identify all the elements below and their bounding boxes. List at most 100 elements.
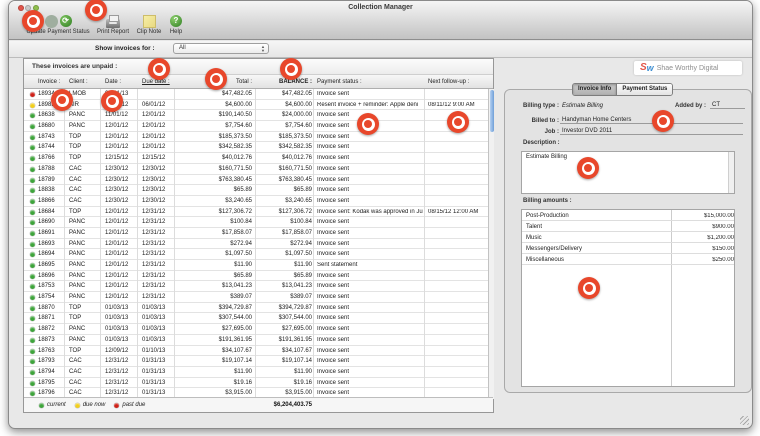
cell-total: $100.84 <box>176 219 252 225</box>
annotation-marker-ring <box>56 94 69 107</box>
column-header-date[interactable]: Date : <box>105 79 121 85</box>
invoice-row[interactable]: 18684TOP12/01/1212/31/12$127,306.72$127,… <box>24 207 488 218</box>
invoice-row[interactable]: 18754PANC12/01/1212/31/12$389.07$389.07I… <box>24 292 488 303</box>
cell-balance: $389.07 <box>257 294 312 300</box>
status-dot-green <box>30 359 35 364</box>
annotation-marker-dot <box>584 164 592 172</box>
status-dot-green <box>30 274 35 279</box>
cell-invoice: 18638 <box>38 112 55 118</box>
clip-note-button[interactable]: Clip Note <box>135 14 163 39</box>
invoice-row[interactable]: 18695PANC12/01/1212/31/12$11.90$11.90Sen… <box>24 260 488 271</box>
show-invoices-for-dropdown[interactable]: All ▲▼ <box>173 43 269 54</box>
description-scrollbar[interactable] <box>728 152 734 193</box>
cell-client: TOP <box>69 155 81 161</box>
billing-amount-row[interactable]: Music$1,200.00 <box>522 232 734 243</box>
cell-date: 12/01/12 <box>105 283 128 289</box>
cell-client: TOP <box>69 315 81 321</box>
dropdown-stepper-icon: ▲▼ <box>261 45 265 54</box>
invoice-row[interactable]: 18680PANC12/01/1212/01/12$7,754.60$7,754… <box>24 121 488 132</box>
cell-balance: $191,361.95 <box>257 337 312 343</box>
invoice-row[interactable]: 18866CAC12/30/1212/30/12$3,240.65$3,240.… <box>24 196 488 207</box>
cell-balance: $24,000.00 <box>257 112 312 118</box>
cell-date: 11/01/12 <box>105 112 128 118</box>
column-header-due-date[interactable]: Due date : <box>142 79 170 85</box>
table-scrollbar[interactable] <box>488 89 494 399</box>
invoice-row[interactable]: 18789CAC12/30/1212/30/12$763,380.45$763,… <box>24 175 488 186</box>
show-invoices-for-label: Show invoices for : <box>95 45 155 52</box>
resize-grip[interactable] <box>740 416 749 425</box>
titlebar-toolbar: Collection Manager Update Payment Status… <box>9 1 752 40</box>
cell-total: $34,107.67 <box>176 348 252 354</box>
invoice-row[interactable]: 18872PANC01/03/1301/03/13$27,695.00$27,6… <box>24 324 488 335</box>
invoice-row[interactable]: 18795CAC12/31/1201/31/13$19.16$19.16Invo… <box>24 378 488 389</box>
cell-date: 12/31/12 <box>105 380 128 386</box>
cell-total: $13,041.23 <box>176 283 252 289</box>
cell-payment-status: Invoice sent <box>317 294 423 300</box>
cell-client: CAC <box>69 358 82 364</box>
description-textbox[interactable]: Estimate Billing <box>521 151 735 194</box>
billing-amount-row[interactable]: Post-Production$15,000.00 <box>522 210 734 221</box>
invoice-row[interactable]: 18871TOP01/03/1301/03/13$307,544.00$307,… <box>24 313 488 324</box>
invoice-row[interactable]: 18638PANC11/01/1212/01/12$190,140.50$24,… <box>24 110 488 121</box>
invoice-row[interactable]: 18763TOP12/09/1201/10/13$34,107.67$34,10… <box>24 346 488 357</box>
invoice-row[interactable]: 18693PANC12/01/1212/31/12$272.94$272.94I… <box>24 239 488 250</box>
invoice-row[interactable]: 18788CAC12/30/1212/30/12$160,771.50$160,… <box>24 164 488 175</box>
column-header-payment-status[interactable]: Payment status : <box>317 79 362 85</box>
billing-amounts-table: Post-Production$15,000.00Talent$900.00Mu… <box>521 209 735 387</box>
invoice-row[interactable]: 18934LMOB02/01/13$47,482.05$47,482.05Inv… <box>24 89 488 100</box>
cell-invoice: 18694 <box>38 251 55 257</box>
billing-amount-row[interactable]: Miscellaneous$250.00 <box>522 254 734 265</box>
billing-amount-row[interactable]: Messengers/Delivery$150.00 <box>522 243 734 254</box>
invoice-row[interactable]: 18696PANC12/01/1212/31/12$65.89$65.89Inv… <box>24 271 488 282</box>
invoice-row[interactable]: 18691PANC12/01/1212/31/12$17,858.07$17,8… <box>24 228 488 239</box>
cell-invoice: 18680 <box>38 123 55 129</box>
tab-payment-status[interactable]: Payment Status <box>616 84 672 95</box>
cell-date: 12/01/12 <box>105 134 128 140</box>
billing-amount-row[interactable]: Talent$900.00 <box>522 221 734 232</box>
annotation-marker <box>280 58 302 80</box>
cell-invoice: 18866 <box>38 198 55 204</box>
column-header-client[interactable]: Client : <box>69 79 88 85</box>
invoice-row[interactable]: 18753PANC12/01/1212/31/12$13,041.23$13,0… <box>24 281 488 292</box>
invoice-row[interactable]: 18744TOP12/01/1212/01/12$342,582.35$342,… <box>24 142 488 153</box>
status-dot-red <box>30 92 35 97</box>
column-header-balance[interactable]: BALANCE : <box>257 79 312 85</box>
invoice-row[interactable]: 18983AIR05/01/1206/01/12$4,600.00$4,600.… <box>24 100 488 111</box>
invoice-row[interactable]: 18743TOP12/01/1212/01/12$185,373.50$185,… <box>24 132 488 143</box>
tab-invoice-info[interactable]: Invoice Info <box>573 84 616 95</box>
invoice-row[interactable]: 18870TOP01/03/1301/03/13$394,729.87$394,… <box>24 303 488 314</box>
scrollbar-thumb[interactable] <box>490 90 495 132</box>
cell-balance: $17,858.07 <box>257 230 312 236</box>
cell-client: PANC <box>69 283 85 289</box>
brand-logo-s: S <box>640 63 647 73</box>
invoice-row[interactable]: 18838CAC12/30/1212/30/12$65.89$65.89Invo… <box>24 185 488 196</box>
cell-balance: $4,600.00 <box>257 102 312 108</box>
invoice-row[interactable]: 18766TOP12/15/1212/15/12$40,012.76$40,01… <box>24 153 488 164</box>
invoice-row[interactable]: 18690PANC12/01/1212/31/12$100.84$100.84I… <box>24 217 488 228</box>
cell-date: 01/03/13 <box>105 337 128 343</box>
invoice-row[interactable]: 18873PANC01/03/1301/03/13$191,361.95$191… <box>24 335 488 346</box>
column-header-next-followup[interactable]: Next follow-up : <box>428 79 469 85</box>
job-field[interactable]: Investor DVD 2011 <box>560 128 743 135</box>
legend-label: current <box>47 402 66 408</box>
invoice-row[interactable]: 18793CAC12/31/1201/31/13$19,107.14$19,10… <box>24 356 488 367</box>
annotation-marker-dot <box>454 118 462 126</box>
cell-total: $19.16 <box>176 380 252 386</box>
cell-invoice: 18690 <box>38 219 55 225</box>
cell-date: 12/01/12 <box>105 219 128 225</box>
cell-date: 12/01/12 <box>105 262 128 268</box>
cell-invoice: 18684 <box>38 209 55 215</box>
added-by-field[interactable]: CT <box>710 102 745 109</box>
status-dot-green <box>30 135 35 140</box>
column-header-invoice[interactable]: Invoice : <box>38 79 60 85</box>
cell-client: CAC <box>69 369 82 375</box>
cell-total: $11.90 <box>176 369 252 375</box>
cell-due-date: 01/31/13 <box>142 390 165 396</box>
cell-invoice: 18693 <box>38 241 55 247</box>
refresh-arrows-icon <box>60 15 72 27</box>
invoice-row[interactable]: 18694PANC12/01/1212/31/12$1,097.50$1,097… <box>24 249 488 260</box>
cell-due-date: 01/03/13 <box>142 337 165 343</box>
cell-date: 12/01/12 <box>105 273 128 279</box>
help-button[interactable]: Help <box>165 14 187 39</box>
invoice-row[interactable]: 18794CAC12/31/1201/31/13$11.90$11.90Invo… <box>24 367 488 378</box>
